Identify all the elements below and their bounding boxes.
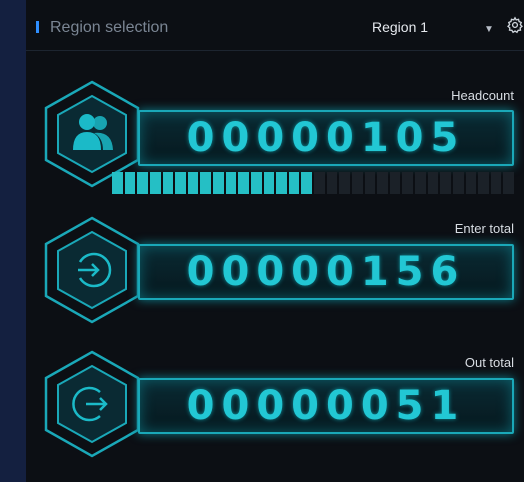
progress-segment — [263, 172, 275, 194]
progress-segment — [465, 172, 477, 194]
progress-segment — [301, 172, 312, 194]
progress-segment — [238, 172, 249, 194]
progress-segment — [415, 172, 426, 194]
panel-header: Region selection Region 1 ▼ — [26, 0, 524, 51]
progress-segment — [351, 172, 363, 194]
headcount-value: 00000105 — [186, 115, 466, 161]
enter-total-counter: 00000156 — [138, 244, 514, 300]
out-total-value: 00000051 — [186, 383, 466, 429]
progress-segment — [440, 172, 451, 194]
progress-segment — [339, 172, 350, 194]
progress-segment — [427, 172, 439, 194]
progress-segment — [213, 172, 224, 194]
headcount-progress-bar — [112, 172, 514, 194]
progress-segment — [478, 172, 489, 194]
progress-segment — [314, 172, 325, 194]
enter-total-value: 00000156 — [186, 249, 466, 295]
progress-segment — [288, 172, 300, 194]
progress-segment — [377, 172, 388, 194]
progress-segment — [250, 172, 262, 194]
progress-segment — [187, 172, 199, 194]
header-accent-bar — [36, 21, 39, 33]
progress-segment — [200, 172, 211, 194]
progress-segment — [225, 172, 237, 194]
progress-segment — [402, 172, 413, 194]
progress-segment — [149, 172, 161, 194]
region-panel: Region selection Region 1 ▼ Headcount 00… — [26, 0, 524, 482]
out-total-counter: 00000051 — [138, 378, 514, 434]
progress-segment — [364, 172, 376, 194]
progress-segment — [276, 172, 287, 194]
enter-icon — [78, 252, 112, 288]
gear-icon[interactable] — [506, 16, 524, 34]
out-total-label: Out total — [464, 355, 514, 370]
people-icon — [73, 114, 113, 150]
headcount-label: Headcount — [451, 88, 514, 103]
progress-segment — [326, 172, 338, 194]
progress-segment — [490, 172, 502, 194]
progress-segment — [175, 172, 186, 194]
chevron-down-icon: ▼ — [484, 24, 494, 35]
progress-segment — [389, 172, 401, 194]
exit-icon — [72, 386, 108, 422]
headcount-counter: 00000105 — [138, 110, 514, 166]
progress-segment — [452, 172, 464, 194]
progress-segment — [137, 172, 148, 194]
region-selected-value: Region 1 — [372, 19, 429, 35]
region-dropdown[interactable]: Region 1 ▼ — [372, 18, 496, 40]
panel-title: Region selection — [50, 19, 169, 36]
progress-segment — [112, 172, 123, 194]
progress-segment — [162, 172, 174, 194]
progress-segment — [503, 172, 514, 194]
enter-total-label: Enter total — [454, 221, 514, 236]
progress-segment — [124, 172, 136, 194]
